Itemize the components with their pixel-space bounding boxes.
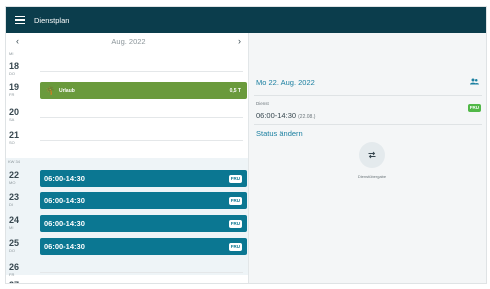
shift-badge: FRU <box>228 219 242 228</box>
day-abbr: MO <box>9 180 16 185</box>
calendar-list: ‹ Aug. 2022 › MI KW 34 18 DO 19 FR 🌴 Urlau… <box>6 33 249 283</box>
page-title: Dienstplan <box>34 15 70 25</box>
dienst-label: Dienst <box>256 101 269 106</box>
dienst-time: 06:00-14:30 <box>256 111 297 120</box>
swap-icon <box>368 151 376 159</box>
shift-time: 06:00-14:30 <box>44 242 85 251</box>
day-number: 25 <box>9 238 20 248</box>
hamburger-menu-icon[interactable] <box>15 16 25 24</box>
people-icon[interactable] <box>470 78 479 85</box>
vacation-value: 0,5 T <box>229 87 241 94</box>
shift-handover-label: Dienstübergabe <box>357 174 387 179</box>
day-abbr: MI <box>9 51 14 56</box>
day-abbr: SO <box>9 140 15 145</box>
day-number: 27 <box>9 280 35 283</box>
day-number: 21 <box>9 130 20 140</box>
empty-day-line <box>40 71 243 72</box>
chevron-left-icon[interactable]: ‹ <box>16 36 19 46</box>
dienst-value: 06:00-14:30 (22.08.) <box>256 111 315 120</box>
divider <box>254 95 482 96</box>
day-abbr: DO <box>9 248 15 253</box>
day-detail-panel: Mo 22. Aug. 2022 Dienst 06:00-14:30 (22.… <box>250 33 486 283</box>
detail-date: Mo 22. Aug. 2022 <box>256 78 315 87</box>
app-window: Dienstplan ‹ Aug. 2022 › MI KW 34 18 DO 1… <box>6 7 486 283</box>
shift-entry[interactable]: 06:00-14:30 FRU <box>40 238 247 255</box>
chevron-right-icon[interactable]: › <box>238 36 241 46</box>
month-label: Aug. 2022 <box>111 36 146 46</box>
day-number: 18 <box>9 61 20 71</box>
day-number: 19 <box>9 82 20 92</box>
shift-entry[interactable]: 06:00-14:30 FRU <box>40 215 247 232</box>
shift-entry[interactable]: 06:00-14:30 FRU <box>40 192 247 209</box>
day-abbr: MI <box>9 225 14 230</box>
status-badge: FRU <box>467 104 481 112</box>
shift-badge: FRU <box>228 174 242 183</box>
shift-handover-button[interactable] <box>359 142 385 168</box>
vacation-entry[interactable]: 🌴 Urlaub 0,5 T <box>40 82 247 99</box>
day-number: 20 <box>9 107 20 117</box>
dienst-date: (22.08.) <box>298 114 316 120</box>
palm-tree-icon: 🌴 <box>45 86 55 95</box>
day-number: 22 <box>9 170 20 180</box>
shift-badge: FRU <box>228 196 242 205</box>
status-change-heading: Status ändern <box>256 129 303 138</box>
top-app-bar: Dienstplan <box>6 7 486 33</box>
vacation-label: Urlaub <box>58 87 75 94</box>
week-label: KW 34 <box>8 159 21 164</box>
day-abbr: DO <box>9 71 15 76</box>
shift-time: 06:00-14:30 <box>44 174 85 183</box>
empty-day-line <box>40 140 243 141</box>
day-abbr: FR <box>9 92 15 97</box>
shift-entry[interactable]: 06:00-14:30 FRU <box>40 170 247 187</box>
day-abbr: FR <box>9 272 15 277</box>
shift-time: 06:00-14:30 <box>44 196 85 205</box>
day-abbr: DI <box>9 202 13 207</box>
day-number: 26 <box>9 262 20 272</box>
day-abbr: SA <box>9 117 15 122</box>
empty-day-line <box>40 117 243 118</box>
day-number: 24 <box>9 215 20 225</box>
divider <box>254 124 482 125</box>
empty-day-line <box>40 272 243 273</box>
shift-time: 06:00-14:30 <box>44 219 85 228</box>
shift-badge: FRU <box>228 242 242 251</box>
month-navigation: ‹ Aug. 2022 › <box>6 33 248 49</box>
day-number: 23 <box>9 192 20 202</box>
